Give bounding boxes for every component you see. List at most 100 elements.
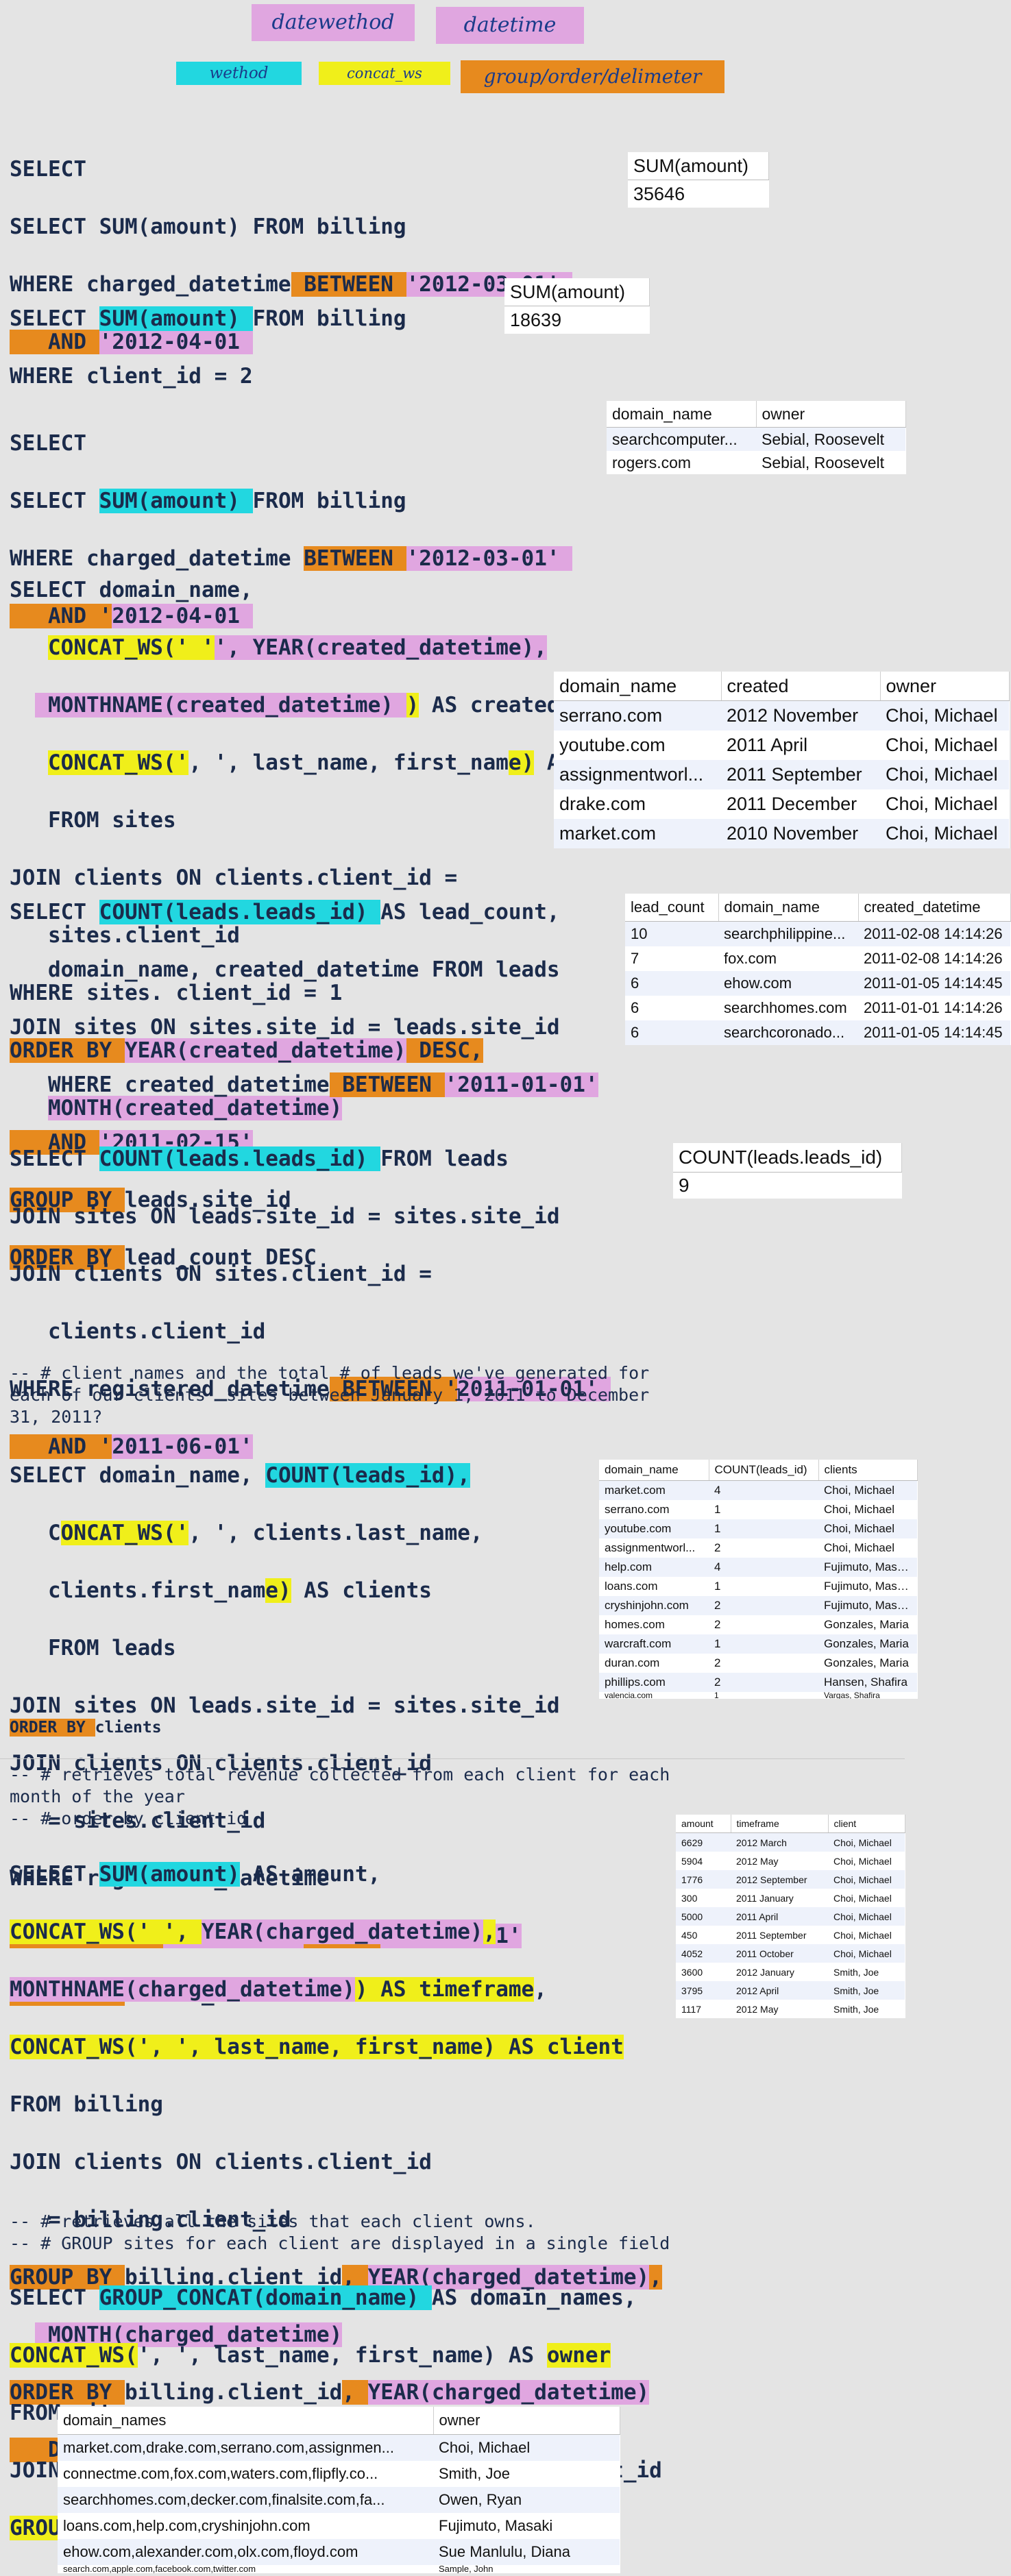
result-cell: 2: [714, 1618, 721, 1631]
result-header: owner: [433, 2407, 620, 2435]
result-cell: Choi, Michael: [824, 1503, 894, 1516]
result-cell: Choi, Michael: [828, 1832, 905, 1852]
comment-2: -- # retrieves total revenue collected f…: [10, 1765, 670, 1828]
sql-query-2: SELECT SUM(amount) FROM billing WHERE cl…: [10, 306, 406, 389]
result-cell: 1: [714, 1503, 721, 1516]
result-cell: 2011-01-01 14:14:26: [864, 999, 1003, 1016]
result-cell: 18639: [504, 306, 650, 334]
result-cell: 450: [681, 1929, 698, 1941]
result-cell: Smith, Joe: [833, 2003, 879, 2015]
result-cell: 2011-01-05 14:14:45: [858, 1020, 1010, 1045]
result-cell: search.com,apple.com,facebook.com,twitte…: [63, 2565, 256, 2573]
result-cell: 5904: [681, 1855, 703, 1867]
result-header: domain_name: [607, 401, 757, 428]
legend-group-order-delimeter: group/order/delimeter: [461, 60, 724, 93]
result-cell: 6629: [676, 1832, 731, 1852]
result-table-6: COUNT(leads.leads_id) 9: [673, 1143, 902, 1199]
result-cell: 7: [631, 950, 640, 967]
result-cell: serrano.com: [605, 1503, 670, 1516]
result-cell: 2011-02-08 14:14:26: [864, 950, 1003, 967]
result-cell: loans.com: [605, 1580, 658, 1593]
result-cell: 6: [631, 999, 640, 1016]
result-cell: 2012 May: [736, 2003, 779, 2015]
result-cell: cryshinjohn.com: [599, 1596, 709, 1615]
result-header: clients: [818, 1460, 918, 1481]
result-cell: loans.com,help.com,cryshinjohn.com: [63, 2517, 310, 2534]
result-cell: youtube.com: [599, 1519, 709, 1538]
result-cell: 300: [681, 1892, 698, 1904]
result-cell: Choi, Michael: [886, 735, 998, 755]
result-cell: youtube.com: [559, 735, 666, 755]
result-cell: 2011 October: [731, 1944, 828, 1963]
result-table-4: domain_name created owner serrano.com 2012 …: [554, 672, 1010, 848]
result-cell: Fujimuto, Masaki: [818, 1558, 917, 1577]
result-cell: Owen, Ryan: [433, 2487, 620, 2513]
result-cell: 2010 November: [721, 819, 880, 848]
result-cell: ehow.com: [718, 971, 858, 996]
result-cell: fox.com: [724, 950, 777, 967]
result-cell: 2011 January: [736, 1892, 794, 1904]
result-cell: 2: [709, 1596, 818, 1615]
result-cell: Choi, Michael: [433, 2434, 620, 2461]
result-cell: Sample, John: [439, 2565, 494, 2573]
result-cell: 2012 September: [731, 1870, 828, 1889]
result-table-3: domain_name owner searchcomputer... Sebial…: [607, 401, 906, 474]
legend-concat-ws: concat_ws: [319, 62, 450, 85]
result-header: client: [828, 1815, 905, 1833]
result-cell: 5000: [676, 1907, 731, 1926]
result-table-7: domain_name COUNT(leads_id) clients market…: [599, 1460, 918, 1699]
result-cell: market.com: [554, 819, 721, 848]
result-cell: 3795: [676, 1981, 731, 2000]
result-cell: Smith, Joe: [828, 1981, 905, 2000]
result-cell: 4: [709, 1558, 818, 1577]
result-cell: 2012 March: [731, 1832, 828, 1852]
result-cell: Choi, Michael: [880, 700, 1009, 731]
result-header: amount: [676, 1815, 731, 1833]
result-cell: Choi, Michael: [828, 1870, 905, 1889]
result-cell: 2011 April: [731, 1907, 828, 1926]
result-cell: 1: [709, 1634, 818, 1654]
section-divider: [0, 1758, 905, 1759]
result-cell: 2011 April: [727, 735, 808, 755]
result-header: owner: [756, 401, 906, 428]
result-cell: rogers.com: [612, 453, 692, 471]
result-cell: Gonzales, Maria: [824, 1656, 909, 1669]
result-cell: 2: [714, 1656, 721, 1669]
result-cell: Smith, Joe: [833, 1966, 879, 1978]
result-cell: 1117: [681, 2003, 702, 2015]
legend-wethod: wethod: [176, 62, 302, 85]
result-cell: warcraft.com: [599, 1634, 709, 1654]
result-cell: 6: [625, 1020, 718, 1045]
result-header: created_datetime: [858, 894, 1011, 922]
result-cell: Sebial, Roosevelt: [756, 427, 905, 451]
result-cell: connectme.com,fox.com,waters.com,flipfly…: [63, 2465, 378, 2482]
result-cell: 3600: [681, 1966, 703, 1978]
result-cell: Choi, Michael: [833, 1855, 892, 1867]
result-cell: Choi, Michael: [886, 794, 998, 814]
result-cell: 35646: [628, 180, 769, 208]
result-header: domain_name: [554, 672, 722, 701]
result-cell: 2012 January: [736, 1966, 794, 1978]
result-cell: Choi, Michael: [824, 1541, 894, 1554]
result-cell: Fujimuto, Masaki: [818, 1596, 917, 1615]
result-table-2: SUM(amount) 18639: [504, 278, 650, 334]
result-cell: Choi, Michael: [880, 760, 1009, 789]
result-cell: 4: [709, 1480, 818, 1500]
result-cell: Choi, Michael: [828, 1944, 905, 1963]
legend-datetime: datetime: [436, 7, 584, 44]
result-cell: 1: [714, 1692, 719, 1699]
comment-3: -- # retrieves all the sites that each c…: [10, 2211, 670, 2253]
result-cell: Choi, Michael: [818, 1519, 917, 1538]
result-cell: duran.com: [605, 1656, 660, 1669]
result-cell: 6: [625, 971, 718, 996]
result-cell: ehow.com,alexander.com,olx.com,floyd.com: [58, 2539, 433, 2565]
result-cell: 2: [714, 1541, 721, 1554]
result-header: domain_name: [718, 894, 859, 922]
result-cell: searchphilippine...: [718, 921, 858, 946]
result-cell: assignmentworl...: [554, 760, 721, 789]
result-cell: 2012 May: [736, 1855, 779, 1867]
result-cell: 2012 April: [731, 1981, 828, 2000]
result-header: COUNT(leads.leads_id): [673, 1143, 902, 1173]
result-cell: Choi, Michael: [833, 1929, 892, 1941]
result-cell: Choi, Michael: [818, 1480, 917, 1500]
